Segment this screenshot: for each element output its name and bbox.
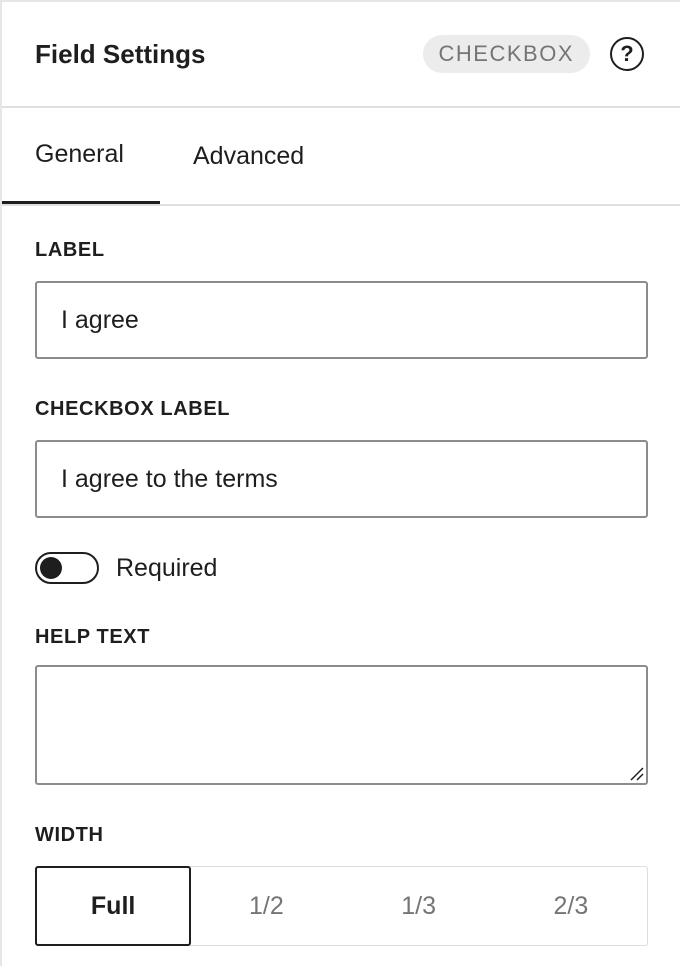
toggle-knob [40,557,62,579]
width-field-label: WIDTH [35,824,104,846]
panel-header: Field Settings CHECKBOX ? [2,2,680,108]
checkbox-label-field-label: CHECKBOX LABEL [35,398,231,420]
panel-title: Field Settings [35,38,206,69]
width-option-two-thirds[interactable]: 2/3 [495,867,647,945]
help-text-field-label: HELP TEXT [35,626,151,648]
checkbox-label-input[interactable] [35,440,648,518]
field-settings-panel: Field Settings CHECKBOX ? General Advanc… [0,0,680,966]
label-field-label: LABEL [35,239,105,261]
label-input[interactable] [35,281,648,359]
tab-advanced[interactable]: Advanced [160,108,337,204]
field-type-badge: CHECKBOX [422,35,590,73]
resize-handle-icon[interactable] [628,765,644,781]
help-icon[interactable]: ? [610,37,644,71]
width-option-full[interactable]: Full [35,866,192,946]
required-toggle[interactable] [35,552,99,584]
help-text-textarea[interactable] [35,665,648,785]
general-tab-content: LABEL CHECKBOX LABEL Required HELP TEXT … [2,206,680,946]
width-option-half[interactable]: 1/2 [190,867,342,945]
tab-general[interactable]: General [2,108,160,204]
width-option-third[interactable]: 1/3 [343,867,495,945]
required-toggle-label: Required [116,553,218,582]
width-segmented-control: Full 1/2 1/3 2/3 [35,866,648,946]
required-toggle-row: Required [35,551,648,585]
tab-bar: General Advanced [2,108,680,206]
